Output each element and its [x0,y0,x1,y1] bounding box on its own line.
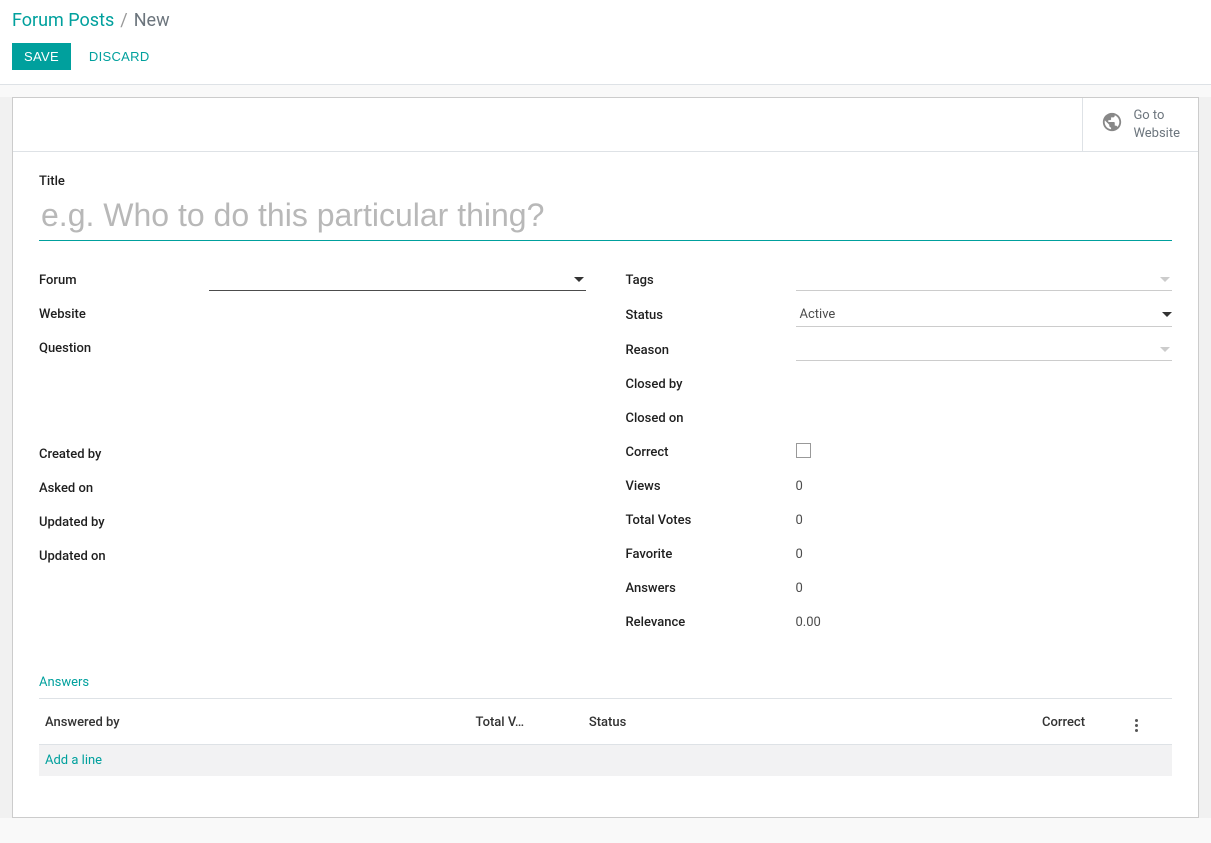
answers-count-value: 0 [796,581,1173,596]
globe-icon [1101,111,1123,139]
status-select[interactable]: Active [796,303,1173,327]
status-value: Active [800,307,836,322]
sheet-topbar: Go to Website [13,98,1198,152]
forum-field: Forum [39,269,586,291]
answers-section-title: Answers [39,675,1172,699]
total-votes-label: Total Votes [626,513,796,528]
question-label: Question [39,341,209,356]
created-by-field: Created by [39,443,586,465]
fields-two-column: Forum Website Question [39,269,1172,645]
total-votes-value: 0 [796,513,1173,528]
breadcrumb: Forum Posts / New [12,10,1199,31]
status-label: Status [626,308,796,323]
breadcrumb-parent-link[interactable]: Forum Posts [12,10,114,31]
title-input[interactable] [39,193,1172,241]
discard-button[interactable]: Discard [75,43,164,70]
action-buttons-row: Save Discard [12,43,1199,70]
correct-value-cell [796,443,1173,462]
forum-select[interactable] [209,269,586,291]
favorite-field: Favorite 0 [626,543,1173,565]
updated-on-label: Updated on [39,549,209,564]
table-options-icon[interactable] [1133,717,1140,734]
relevance-value: 0.00 [796,615,1173,630]
answers-section: Answers Answered by Total V… Status Corr… [39,675,1172,807]
tags-label: Tags [626,273,796,288]
tags-select[interactable] [796,269,1173,291]
relevance-field: Relevance 0.00 [626,611,1173,633]
left-column: Forum Website Question [39,269,586,645]
reason-field: Reason [626,339,1173,361]
closed-on-field: Closed on [626,407,1173,429]
question-field: Question [39,337,586,359]
answers-count-label: Answers [626,581,796,596]
add-line-button[interactable]: Add a line [39,745,470,777]
caret-down-icon [1160,347,1170,352]
col-header-correct[interactable]: Correct [1036,701,1127,745]
title-label: Title [39,174,1172,189]
created-by-label: Created by [39,447,209,462]
form-body: Title Forum Website Question [13,152,1198,817]
col-header-status[interactable]: Status [583,701,1036,745]
breadcrumb-current: New [134,10,170,31]
forum-label: Forum [39,273,209,288]
correct-field: Correct [626,441,1173,463]
spacer [39,371,586,443]
views-label: Views [626,479,796,494]
updated-by-field: Updated by [39,511,586,533]
topbar-spacer [13,98,1082,151]
views-field: Views 0 [626,475,1173,497]
correct-label: Correct [626,445,796,460]
breadcrumb-separator: / [120,10,127,31]
tags-field: Tags [626,269,1173,291]
reason-label: Reason [626,343,796,358]
right-column: Tags Status Active Reason [626,269,1173,645]
website-field: Website [39,303,586,325]
goto-website-button[interactable]: Go to Website [1082,98,1198,151]
status-field: Status Active [626,303,1173,327]
closed-by-label: Closed by [626,377,796,392]
correct-checkbox[interactable] [796,443,811,458]
closed-on-label: Closed on [626,411,796,426]
caret-down-icon [1162,312,1172,317]
website-label: Website [39,307,209,322]
relevance-label: Relevance [626,615,796,630]
updated-by-label: Updated by [39,515,209,530]
form-sheet: Go to Website Title Forum Website [12,97,1199,818]
reason-select[interactable] [796,339,1173,361]
save-button[interactable]: Save [12,43,71,70]
table-row-empty [39,776,1172,807]
col-header-menu [1127,701,1172,745]
views-value: 0 [796,479,1173,494]
sheet-wrapper: Go to Website Title Forum Website [0,97,1211,818]
favorite-value: 0 [796,547,1173,562]
asked-on-field: Asked on [39,477,586,499]
total-votes-field: Total Votes 0 [626,509,1173,531]
page-header: Forum Posts / New Save Discard [0,0,1211,85]
answers-table: Answered by Total V… Status Correct Add … [39,701,1172,807]
answers-count-field: Answers 0 [626,577,1173,599]
col-header-answered-by[interactable]: Answered by [39,701,470,745]
updated-on-field: Updated on [39,545,586,567]
asked-on-label: Asked on [39,481,209,496]
table-row: Add a line [39,745,1172,777]
favorite-label: Favorite [626,547,796,562]
caret-down-icon [574,277,584,282]
goto-website-label: Go to Website [1133,107,1180,142]
col-header-total-votes[interactable]: Total V… [470,701,583,745]
closed-by-field: Closed by [626,373,1173,395]
caret-down-icon [1160,277,1170,282]
